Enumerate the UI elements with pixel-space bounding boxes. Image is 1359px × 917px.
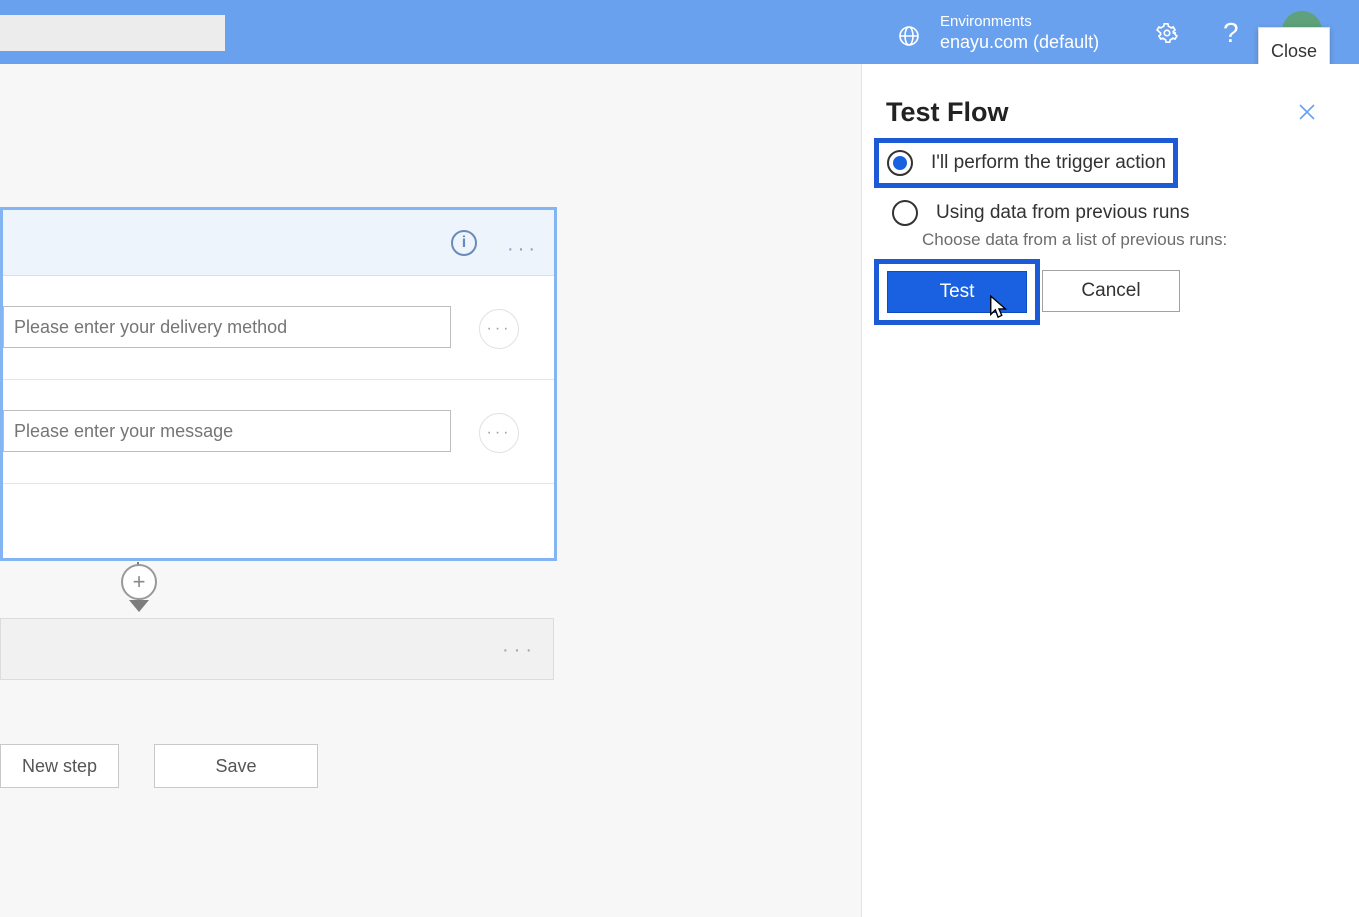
radio-perform-trigger[interactable] xyxy=(887,150,913,176)
trigger-card[interactable]: i ··· ··· ··· xyxy=(0,207,557,561)
info-icon[interactable]: i xyxy=(451,230,477,256)
test-button[interactable]: Test xyxy=(887,271,1027,313)
action-card[interactable]: ··· xyxy=(0,618,554,680)
radio-previous-runs[interactable] xyxy=(892,200,918,226)
trigger-card-header[interactable]: i ··· xyxy=(3,210,554,276)
help-icon[interactable]: ? xyxy=(1223,17,1239,49)
field-more-icon[interactable]: ··· xyxy=(479,309,519,349)
option-subtext: Choose data from a list of previous runs… xyxy=(922,230,1227,250)
option-perform-trigger[interactable]: I'll perform the trigger action xyxy=(874,138,1178,188)
close-icon[interactable] xyxy=(1295,100,1319,124)
test-button-label: Test xyxy=(940,281,975,303)
top-bar: Environments enayu.com (default) ? Close xyxy=(0,0,1359,64)
save-button[interactable]: Save xyxy=(154,744,318,788)
message-input[interactable] xyxy=(3,410,451,452)
gear-icon[interactable] xyxy=(1156,22,1178,44)
new-step-label: New step xyxy=(22,756,97,777)
option-label: Using data from previous runs xyxy=(936,202,1189,224)
delivery-method-input[interactable] xyxy=(3,306,451,348)
new-step-button[interactable]: New step xyxy=(0,744,119,788)
search-box[interactable] xyxy=(0,15,225,51)
save-label: Save xyxy=(215,756,256,777)
panel-title: Test Flow xyxy=(886,97,1009,128)
environment-text[interactable]: Environments enayu.com (default) xyxy=(940,12,1099,52)
test-flow-panel: Test Flow I'll perform the trigger actio… xyxy=(861,64,1359,917)
environment-name: enayu.com (default) xyxy=(940,32,1099,52)
field-more-icon[interactable]: ··· xyxy=(479,413,519,453)
test-button-highlight: Test xyxy=(874,259,1040,325)
field-row-delivery: ··· xyxy=(3,276,554,380)
connector-arrow-icon xyxy=(129,600,149,612)
cancel-button[interactable]: Cancel xyxy=(1042,270,1180,312)
close-tooltip-label: Close xyxy=(1271,41,1317,62)
option-label: I'll perform the trigger action xyxy=(931,152,1166,174)
cancel-label: Cancel xyxy=(1081,280,1140,302)
cursor-icon xyxy=(988,294,1010,322)
option-previous-runs[interactable]: Using data from previous runs xyxy=(884,198,1189,228)
field-row-message: ··· xyxy=(3,380,554,484)
add-step-icon[interactable]: + xyxy=(121,564,157,600)
card-more-icon[interactable]: ··· xyxy=(502,639,537,662)
flow-canvas: i ··· ··· ··· + ··· New step Save xyxy=(0,64,861,917)
card-more-icon[interactable]: ··· xyxy=(507,238,539,261)
environment-label: Environments xyxy=(940,12,1099,32)
globe-icon xyxy=(897,24,921,48)
